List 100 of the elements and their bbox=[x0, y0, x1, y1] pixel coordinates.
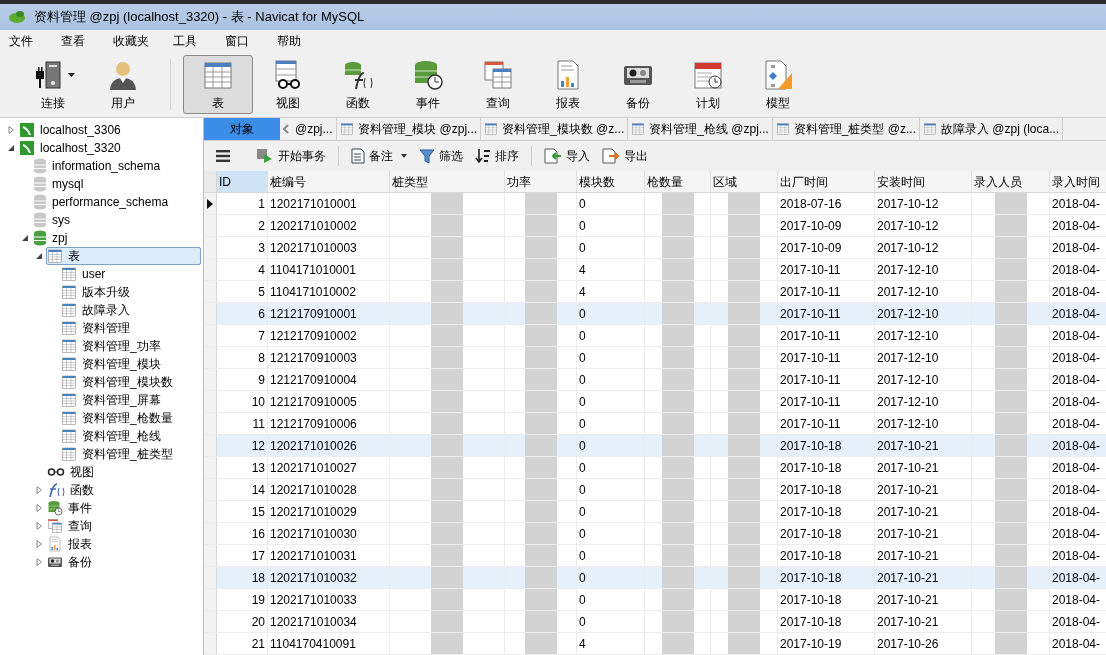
table-cell-text: 2017-10-18 bbox=[780, 547, 842, 565]
toolbar-button[interactable]: 查询 bbox=[463, 55, 533, 114]
tab[interactable]: 对象 bbox=[204, 118, 280, 140]
column-header[interactable]: 区域 bbox=[711, 171, 778, 192]
toolbar-button[interactable]: 模型 bbox=[743, 55, 813, 114]
table-cell-text: 1202171010003 bbox=[270, 239, 357, 257]
column-header[interactable]: 出厂时间 bbox=[778, 171, 875, 192]
tree-item[interactable]: 备份 bbox=[46, 553, 97, 571]
toolbar-button[interactable]: 事件 bbox=[393, 55, 463, 114]
table-cell-text: 1202171010031 bbox=[270, 547, 357, 565]
tree-item[interactable]: 资料管理_模块数 bbox=[60, 373, 178, 391]
table-cell-text: 14 bbox=[251, 481, 265, 499]
column-header[interactable]: 桩编号 bbox=[268, 171, 390, 192]
column-header[interactable]: 录入时间 bbox=[1050, 171, 1106, 192]
toolbar-button[interactable]: 计划 bbox=[673, 55, 743, 114]
grid-toolbar-button[interactable]: 开始事务 bbox=[254, 146, 328, 165]
tree-item[interactable]: 查询 bbox=[46, 517, 97, 535]
column-header[interactable]: 模块数 bbox=[577, 171, 645, 192]
table-cell-text: 2017-12-10 bbox=[877, 261, 939, 279]
tab[interactable]: 资料管理_模块 @zpj... bbox=[336, 118, 482, 140]
table-cell-text: 2018-04- bbox=[1052, 591, 1101, 609]
table-cell-text: 1104170410091 bbox=[270, 635, 356, 653]
grid-toolbar-button[interactable]: 排序 bbox=[473, 146, 521, 165]
column-header[interactable]: 桩类型 bbox=[390, 171, 505, 192]
table-cell-text: 2017-12-10 bbox=[877, 393, 939, 411]
toolbar-button[interactable]: 函数 bbox=[323, 55, 393, 114]
table-cell-text: 17 bbox=[251, 547, 265, 565]
table-cell-text: 1202171010028 bbox=[270, 481, 357, 499]
table-cell-text: 5 bbox=[258, 283, 265, 301]
table-cell-text: 1 bbox=[258, 195, 265, 213]
tree-item[interactable]: 表 bbox=[46, 247, 201, 265]
grid-toolbar-button[interactable]: 导出 bbox=[600, 146, 650, 165]
table-cell-text: 2017-12-10 bbox=[877, 371, 939, 389]
table-cell-text: 2017-10-11 bbox=[780, 349, 841, 367]
column-header[interactable]: 安装时间 bbox=[875, 171, 972, 192]
table-cell-text: 2017-10-12 bbox=[877, 239, 939, 257]
table-cell-text: 2017-10-21 bbox=[877, 503, 939, 521]
column-header[interactable]: 功率 bbox=[505, 171, 577, 192]
toolbar-button[interactable]: 用户 bbox=[88, 55, 158, 114]
tree-item[interactable]: sys bbox=[32, 211, 75, 229]
tree-item[interactable]: 资料管理_模块 bbox=[60, 355, 166, 373]
column-header[interactable]: 枪数量 bbox=[645, 171, 711, 192]
table-cell-text: 2017-12-10 bbox=[877, 415, 939, 433]
table-cell-text: 2017-10-11 bbox=[780, 283, 841, 301]
tree-item[interactable]: 视图 bbox=[46, 463, 99, 481]
column-header[interactable]: 录入人员 bbox=[972, 171, 1050, 192]
table-cell-text: 2017-10-21 bbox=[877, 437, 939, 455]
grid-toolbar-button[interactable]: 备注 bbox=[349, 146, 409, 165]
table-cell-text: 2018-04- bbox=[1052, 261, 1101, 279]
table-cell-text: 2018-04- bbox=[1052, 635, 1101, 653]
tree-item[interactable]: 资料管理_功率 bbox=[60, 337, 166, 355]
table-cell-text: 1212170910001 bbox=[270, 305, 357, 323]
menu-item[interactable]: 查看 bbox=[60, 32, 90, 50]
table-cell-text: 16 bbox=[251, 525, 265, 543]
tab[interactable]: 资料管理_模块数 @z... bbox=[481, 118, 629, 140]
table-cell-text: 13 bbox=[251, 459, 265, 477]
menu-item[interactable]: 文件 bbox=[8, 32, 38, 50]
toolbar-button[interactable]: 报表 bbox=[533, 55, 603, 114]
grid-toolbar-button[interactable]: 筛选 bbox=[417, 146, 465, 165]
tree-item[interactable]: 报表 bbox=[46, 535, 97, 553]
grid-toolbar-button[interactable]: 导入 bbox=[542, 146, 592, 165]
tab[interactable]: @zpj... bbox=[292, 118, 337, 140]
tree-item[interactable]: performance_schema bbox=[32, 193, 174, 211]
tree-item[interactable]: mysql bbox=[32, 175, 89, 193]
toolbar-button[interactable]: 视图 bbox=[253, 55, 323, 114]
tree-item[interactable]: user bbox=[60, 265, 111, 283]
tree-item[interactable]: 资料管理_枪线 bbox=[60, 427, 166, 445]
tree-item[interactable]: zpj bbox=[32, 229, 73, 247]
tree-item[interactable]: 事件 bbox=[46, 499, 97, 517]
tree-item[interactable]: 资料管理 bbox=[60, 319, 135, 337]
table-cell-text: 0 bbox=[579, 327, 586, 345]
tree-item[interactable]: 资料管理_屏幕 bbox=[60, 391, 166, 409]
tree-item[interactable]: information_schema bbox=[32, 157, 166, 175]
tab[interactable]: 资料管理_桩类型 @z... bbox=[772, 118, 920, 140]
table-cell-text: 2017-12-10 bbox=[877, 283, 939, 301]
tree-item[interactable]: 资料管理_桩类型 bbox=[60, 445, 178, 463]
table-cell-text: 2018-04- bbox=[1052, 569, 1101, 587]
tree-item[interactable]: 故障录入 bbox=[60, 301, 135, 319]
menu-item[interactable]: 收藏夹 bbox=[112, 32, 150, 50]
table-cell-text: 2017-10-21 bbox=[877, 525, 939, 543]
menu-item[interactable]: 窗口 bbox=[224, 32, 254, 50]
toolbar-button[interactable]: 备份 bbox=[603, 55, 673, 114]
table-cell-text: 2017-10-11 bbox=[780, 327, 841, 345]
tree-item[interactable]: 资料管理_枪数量 bbox=[60, 409, 178, 427]
table-cell-text: 2018-04- bbox=[1052, 613, 1101, 631]
tree-item[interactable]: localhost_3320 bbox=[18, 139, 126, 157]
column-header[interactable]: ID bbox=[217, 171, 268, 192]
tree-item[interactable]: 版本升级 bbox=[60, 283, 135, 301]
table-cell-text: 2017-12-10 bbox=[877, 327, 939, 345]
tree-item[interactable]: localhost_3306 bbox=[18, 121, 126, 139]
menu-item[interactable]: 帮助 bbox=[276, 32, 306, 50]
menu-item[interactable]: 工具 bbox=[172, 32, 202, 50]
tab[interactable]: 资料管理_枪线 @zpj... bbox=[628, 118, 773, 140]
tree-item[interactable]: 函数 bbox=[46, 481, 99, 499]
tab[interactable]: 故障录入 @zpj (loca... bbox=[920, 118, 1064, 140]
toolbar-button[interactable]: 连接 bbox=[18, 55, 88, 114]
toolbar-button[interactable]: 表 bbox=[183, 55, 253, 114]
table-cell-text: 20 bbox=[251, 613, 265, 631]
table-cell-text: 2018-07-16 bbox=[780, 195, 842, 213]
table-cell-text: 2017-10-12 bbox=[877, 195, 939, 213]
